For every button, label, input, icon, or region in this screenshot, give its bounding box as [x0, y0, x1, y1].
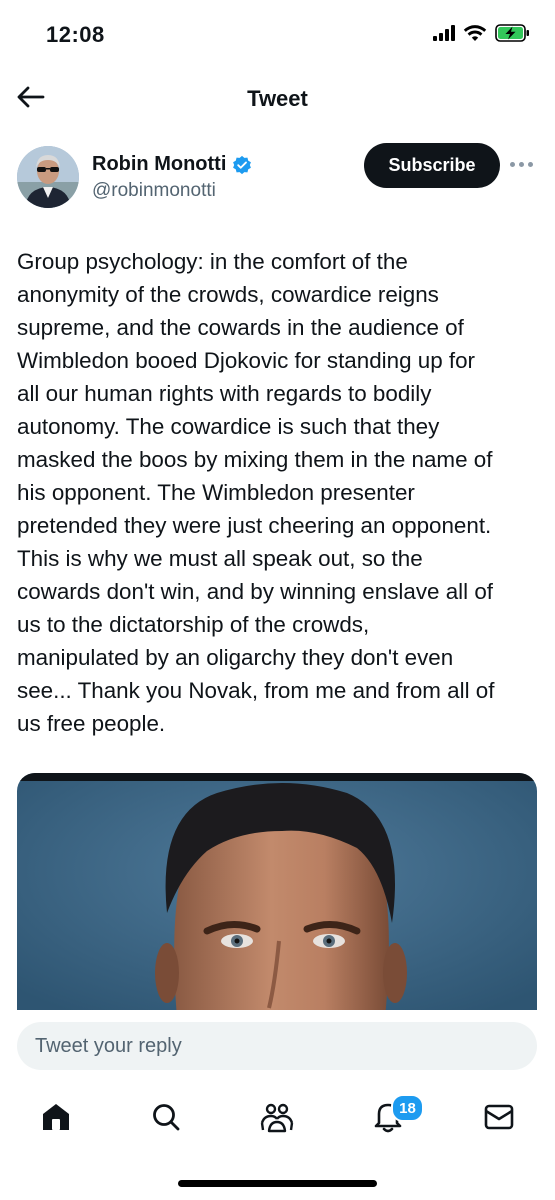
tweet-header: Tweet	[0, 70, 555, 126]
messages-icon	[484, 1104, 514, 1130]
more-dot-icon	[510, 161, 515, 167]
nav-search[interactable]	[138, 1096, 194, 1138]
author-handle[interactable]: @robinmonotti	[92, 180, 216, 202]
battery-charging-icon	[495, 24, 529, 42]
reply-bar	[0, 1010, 555, 1080]
home-indicator[interactable]	[178, 1180, 377, 1187]
nav-communities[interactable]	[249, 1096, 305, 1138]
tweet-text: Group psychology: in the comfort of the …	[17, 249, 495, 736]
tweet-media-image[interactable]	[17, 773, 537, 1018]
subscribe-button[interactable]: Subscribe	[364, 143, 500, 188]
search-icon	[153, 1104, 180, 1131]
home-icon	[43, 1104, 69, 1130]
nav-messages[interactable]	[471, 1096, 527, 1138]
author-name-row: Robin Monotti	[92, 153, 252, 176]
more-options-button[interactable]	[510, 156, 540, 172]
more-dot-icon	[519, 161, 524, 167]
wifi-icon	[463, 25, 487, 41]
tweet-author: Robin Monotti @robinmonotti Subscribe	[0, 140, 555, 220]
status-bar: 12:08	[0, 0, 555, 70]
status-time: 12:08	[46, 22, 105, 47]
nav-home[interactable]	[28, 1096, 84, 1138]
avatar-image	[17, 146, 79, 208]
notifications-badge: 18	[391, 1094, 424, 1122]
reply-input[interactable]	[17, 1022, 537, 1070]
tweet-photo	[17, 773, 537, 1018]
status-icons	[433, 24, 531, 42]
cellular-signal-icon	[433, 25, 455, 41]
verified-badge-icon	[233, 155, 252, 174]
avatar[interactable]	[17, 146, 79, 208]
more-dot-icon	[528, 161, 533, 167]
communities-icon	[260, 1103, 294, 1133]
author-name[interactable]: Robin Monotti	[92, 153, 226, 176]
page-title: Tweet	[247, 86, 308, 111]
